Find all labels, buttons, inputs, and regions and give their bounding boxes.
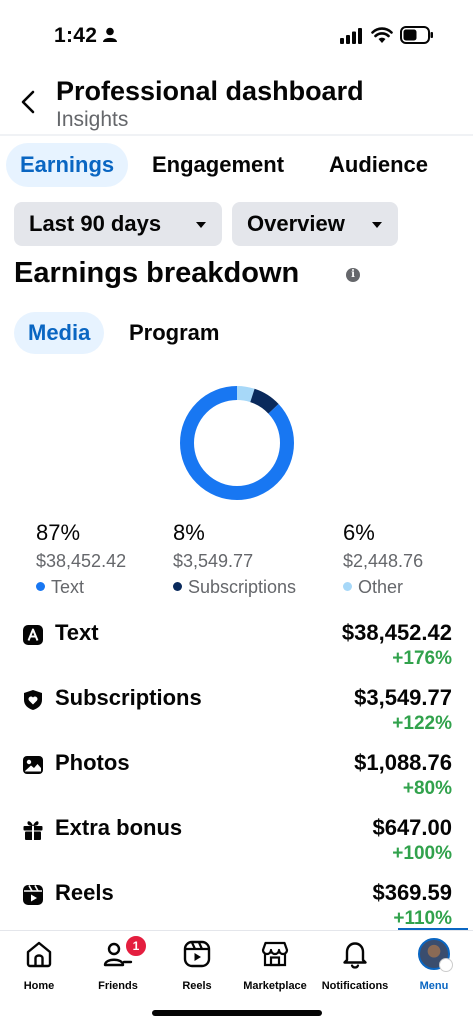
caret-down-icon bbox=[372, 222, 382, 228]
subscription-shield-icon bbox=[24, 690, 42, 710]
page-header: Professional dashboard Insights bbox=[0, 72, 473, 131]
view-dropdown[interactable]: Overview bbox=[232, 202, 398, 246]
reels-icon bbox=[183, 940, 211, 968]
tab-engagement[interactable]: Engagement bbox=[138, 143, 298, 187]
home-icon bbox=[26, 941, 52, 968]
row-change: +122% bbox=[392, 713, 452, 734]
nav-marketplace[interactable]: Marketplace bbox=[238, 938, 312, 992]
menu-icon bbox=[439, 958, 453, 972]
caret-down-icon bbox=[196, 222, 206, 228]
nav-notifications[interactable]: Notifications bbox=[317, 938, 393, 992]
row-value: $3,549.77 bbox=[354, 685, 452, 710]
avatar bbox=[418, 938, 453, 972]
page-subtitle: Insights bbox=[56, 108, 129, 131]
back-arrow-icon[interactable] bbox=[18, 88, 40, 116]
legend-dot bbox=[36, 582, 45, 591]
tab-earnings[interactable]: Earnings bbox=[6, 143, 129, 187]
active-tab-indicator bbox=[398, 928, 468, 930]
earnings-row-extra-bonus[interactable]: Extra bonus $647.00 +100% bbox=[0, 815, 473, 875]
row-change: +100% bbox=[392, 843, 452, 864]
row-value: $647.00 bbox=[372, 815, 452, 840]
stat-percent: 6% bbox=[343, 520, 375, 545]
row-value: $1,088.76 bbox=[354, 750, 452, 775]
row-change: +80% bbox=[402, 778, 452, 799]
page-title: Professional dashboard bbox=[56, 76, 364, 106]
nav-label: Menu bbox=[419, 980, 449, 992]
stat-legend: Text bbox=[51, 577, 85, 597]
row-change: +176% bbox=[392, 648, 452, 669]
nav-menu[interactable]: Menu bbox=[412, 938, 456, 992]
tab-audience[interactable]: Audience bbox=[315, 143, 442, 187]
row-value: $369.59 bbox=[372, 880, 452, 905]
earnings-row-reels[interactable]: Reels $369.59 +110% bbox=[0, 880, 473, 940]
marketplace-icon bbox=[261, 941, 289, 967]
row-value: $38,452.42 bbox=[341, 620, 452, 645]
photo-icon bbox=[23, 756, 43, 774]
row-label: Reels bbox=[55, 880, 114, 905]
date-range-label: Last 90 days bbox=[29, 211, 162, 236]
stat-amount: $38,452.42 bbox=[36, 551, 127, 571]
date-range-dropdown[interactable]: Last 90 days bbox=[14, 202, 222, 246]
row-label: Text bbox=[55, 620, 99, 645]
stat-percent: 8% bbox=[173, 520, 205, 545]
stat-percent: 87% bbox=[36, 520, 81, 545]
notification-badge: 1 bbox=[124, 934, 148, 958]
wifi-icon bbox=[371, 27, 393, 43]
stat-subscriptions: 8% $3,549.77 Subscriptions bbox=[173, 520, 296, 598]
stat-amount: $2,448.76 bbox=[343, 551, 424, 571]
earnings-donut-chart bbox=[180, 386, 294, 500]
view-label: Overview bbox=[247, 211, 345, 236]
subtab-media[interactable]: Media bbox=[14, 312, 105, 354]
nav-label: Friends bbox=[98, 980, 138, 992]
stat-text: 87% $38,452.42 Text bbox=[36, 520, 126, 598]
section-title: Earnings breakdown bbox=[14, 257, 300, 289]
stat-legend: Subscriptions bbox=[188, 577, 297, 597]
nav-label: Marketplace bbox=[243, 980, 307, 992]
header-divider bbox=[0, 134, 473, 136]
signal-icon bbox=[340, 28, 362, 44]
stat-legend: Other bbox=[358, 577, 404, 597]
row-label: Extra bonus bbox=[55, 815, 183, 840]
earnings-row-text[interactable]: Text $38,452.42 +176% bbox=[0, 620, 473, 680]
person-icon bbox=[103, 27, 117, 42]
reels-icon bbox=[23, 885, 43, 905]
earnings-row-subscriptions[interactable]: Subscriptions $3,549.77 +122% bbox=[0, 685, 473, 745]
text-a-icon bbox=[23, 625, 43, 645]
row-label: Photos bbox=[55, 750, 130, 775]
status-time: 1:42 bbox=[54, 24, 98, 47]
row-label: Subscriptions bbox=[55, 685, 202, 710]
gift-icon bbox=[23, 821, 43, 840]
stat-amount: $3,549.77 bbox=[173, 551, 254, 571]
bottom-nav-divider bbox=[0, 930, 473, 931]
stat-other: 6% $2,448.76 Other bbox=[343, 520, 423, 598]
legend-dot bbox=[173, 582, 182, 591]
bell-icon bbox=[343, 942, 367, 969]
nav-label: Reels bbox=[182, 980, 212, 992]
subtab-program[interactable]: Program bbox=[115, 312, 233, 354]
legend-dot bbox=[343, 582, 352, 591]
battery-icon bbox=[400, 26, 433, 44]
earnings-row-photos[interactable]: Photos $1,088.76 +80% bbox=[0, 750, 473, 810]
nav-home[interactable]: Home bbox=[18, 938, 60, 992]
info-icon[interactable]: i bbox=[346, 268, 360, 282]
nav-label: Notifications bbox=[321, 980, 389, 992]
status-bar: 1:42 bbox=[0, 0, 473, 60]
nav-label: Home bbox=[23, 980, 55, 992]
nav-friends[interactable]: 1 Friends bbox=[91, 934, 148, 992]
nav-reels[interactable]: Reels bbox=[176, 938, 218, 992]
row-change: +110% bbox=[393, 908, 452, 929]
home-indicator bbox=[152, 1010, 322, 1016]
